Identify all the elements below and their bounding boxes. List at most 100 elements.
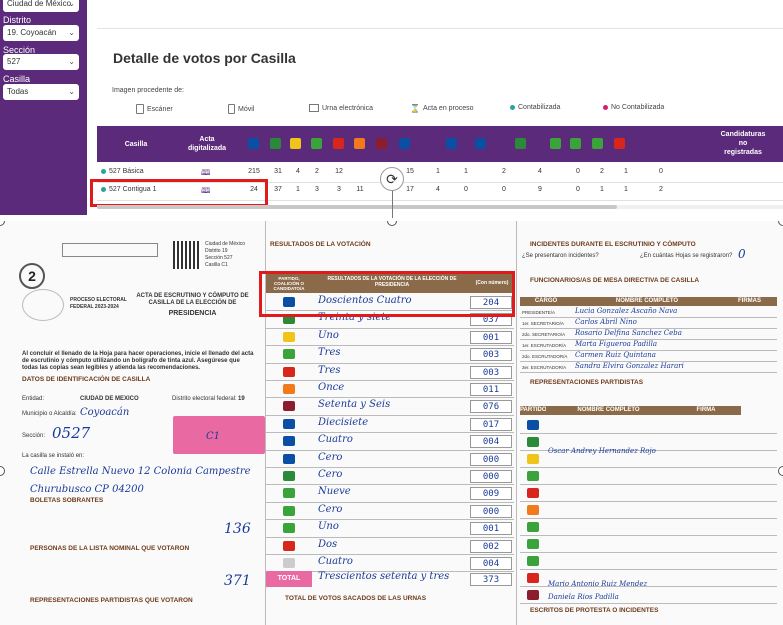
result-words: Nueve — [318, 486, 351, 498]
party-logo — [527, 590, 539, 600]
acta-image-viewer[interactable]: 2 Ciudad de México Distrito 19 Sección 5… — [0, 221, 783, 625]
result-words: Diecisiete — [318, 416, 369, 428]
result-words: Setenta y Seis — [318, 399, 391, 411]
section-escritos: ESCRITOS DE PROTESTA O INCIDENTES — [530, 607, 659, 614]
result-row-line — [266, 362, 514, 364]
party-logo — [527, 437, 539, 447]
party-logo — [283, 471, 295, 481]
vote-count-cell: 0 — [576, 186, 580, 193]
result-words: Tres — [318, 347, 341, 359]
rep-col-nombre: NOMBRE COMPLETO — [546, 406, 671, 415]
party-logo-pt-morena — [614, 138, 625, 149]
func-nombre: Rosario Delfina Sanchez Ceba — [575, 329, 682, 337]
top-strip — [97, 0, 783, 40]
municipio-value: Coyoacán — [80, 407, 130, 418]
party-logo-prd — [290, 138, 301, 149]
party-logo — [283, 349, 295, 360]
result-words: Cuatro — [318, 434, 353, 446]
district-select-value: 19. Coyoacán — [7, 28, 57, 37]
chevron-down-icon: ⌄ — [68, 0, 75, 8]
district-select[interactable]: 19. Coyoacán ⌄ — [3, 25, 79, 41]
func-col-nombre: NOMBRE COMPLETO — [572, 297, 722, 306]
party-logo — [283, 523, 295, 534]
func-col-cargo: CARGO — [520, 297, 572, 306]
status-no-contabilizada: No Contabilizada — [603, 104, 664, 111]
vote-count-cell: 1 — [296, 186, 300, 193]
vote-count-cell: 0 — [502, 186, 506, 193]
party-logo-pvem — [311, 138, 322, 149]
result-number: 003 — [470, 365, 512, 379]
vote-count-cell: 0 — [659, 168, 663, 175]
section-boletas: BOLETAS SOBRANTES — [30, 497, 104, 504]
vote-count-cell: 2 — [502, 168, 506, 175]
party-logo — [283, 366, 295, 377]
vote-count-cell: 1 — [464, 168, 468, 175]
acta-title: ACTA DE ESCRUTINIO Y CÓMPUTO DE CASILLA … — [136, 293, 249, 306]
party-logo — [527, 556, 539, 566]
rotate-icon[interactable]: ⟳ — [380, 167, 404, 191]
party-logo — [527, 420, 539, 430]
status-contabilizada-label: Contabilizada — [518, 104, 561, 111]
func-cargo: 1er. SECRETARIO/A — [522, 321, 564, 326]
party-logo — [527, 471, 539, 481]
vote-count-cell: 2 — [600, 168, 604, 175]
section-select[interactable]: 527 ⌄ — [3, 54, 79, 70]
func-cargo: 3er. ESCRUTADOR/A — [522, 365, 567, 370]
chevron-down-icon: ⌄ — [68, 57, 75, 66]
scroll-thumb[interactable] — [97, 205, 617, 209]
result-words: Uno — [318, 329, 339, 341]
proceso-label: PROCESO ELECTORAL FEDERAL 2023-2024 — [70, 297, 127, 310]
result-number: 004 — [470, 557, 512, 570]
entidad-value: CIUDAD DE MEXICO — [80, 396, 139, 402]
ballot-box-icon — [309, 104, 319, 112]
rep-name: Mario Antonio Ruiz Mendez — [548, 580, 648, 588]
party-logo-pt — [333, 138, 344, 149]
rep-col-partido: PARTIDO — [520, 406, 547, 415]
section-total-votos: TOTAL DE VOTOS SACADOS DE LAS URNAS — [285, 595, 427, 602]
barcode — [62, 243, 158, 257]
total-words: Trescientos setenta y tres — [318, 571, 450, 582]
result-number: 003 — [470, 348, 512, 362]
divider — [516, 221, 517, 625]
crop-handle[interactable] — [778, 466, 783, 476]
rep-row-line — [520, 603, 777, 604]
mobile-icon — [228, 104, 235, 114]
status-dot-icon — [603, 105, 608, 110]
vote-count-cell: 31 — [274, 168, 282, 175]
result-words: Cero — [318, 451, 343, 463]
vote-count-cell: 9 — [538, 186, 542, 193]
source-urn: Urna electrónica — [309, 104, 373, 112]
casilla-name[interactable]: 527 Básica — [101, 168, 144, 175]
vote-count-cell: 1 — [436, 168, 440, 175]
entidad-select[interactable]: Ciudad de México ⌄ — [3, 0, 79, 12]
rep-row-line — [520, 484, 777, 485]
qr-code — [173, 241, 201, 269]
distrito-value: 19 — [238, 396, 245, 402]
party-logo-mc — [354, 138, 365, 149]
highlight-box — [259, 271, 515, 317]
rep-row-line — [520, 467, 777, 468]
seccion-label: Sección: — [22, 433, 46, 439]
casilla-select[interactable]: Todas ⌄ — [3, 84, 79, 100]
vote-count-cell: 4 — [538, 168, 542, 175]
hojas-value: 0 — [738, 247, 746, 261]
vote-count-cell: 3 — [315, 186, 319, 193]
vote-count-cell: 4 — [436, 186, 440, 193]
total-number: 373 — [470, 573, 512, 586]
result-words: Dos — [318, 538, 338, 550]
result-row-line — [266, 484, 514, 486]
entidad-select-value: Ciudad de México — [7, 0, 72, 8]
party-logo — [527, 573, 539, 583]
result-row-line — [266, 554, 514, 555]
party-logo — [527, 539, 539, 549]
document-icon — [136, 104, 144, 114]
vote-count-cell: 1 — [600, 186, 604, 193]
party-logo-morena — [376, 138, 387, 149]
vote-count-cell: 11 — [356, 186, 364, 193]
result-number: 001 — [470, 522, 512, 536]
col-candidaturas-header: Candidaturas no registradas — [720, 131, 766, 156]
municipio-label: Municipio o Alcaldía: — [22, 411, 77, 417]
party-logo — [283, 418, 295, 429]
func-nombre: Carmen Ruiz Quintana — [575, 351, 656, 359]
func-nombre: Carlos Abril Nino — [575, 318, 637, 326]
